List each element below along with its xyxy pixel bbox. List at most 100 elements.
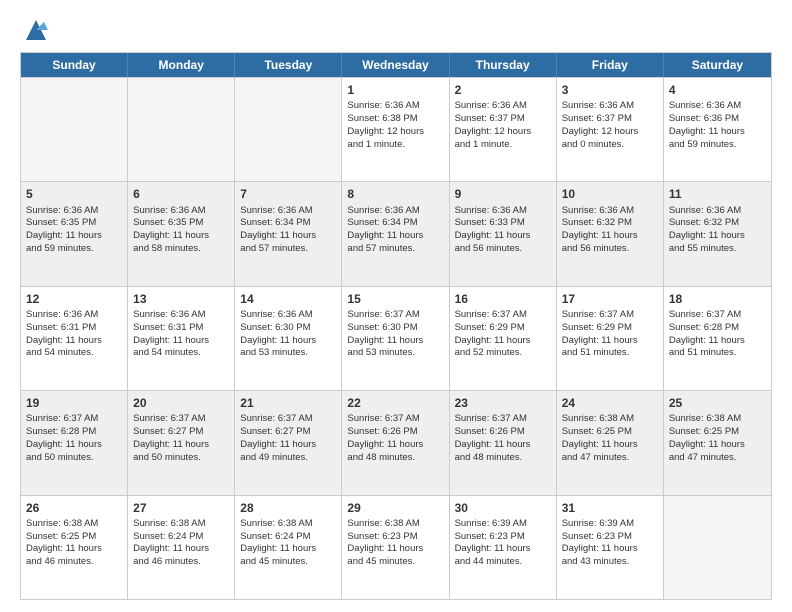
calendar-cell: 21Sunrise: 6:37 AMSunset: 6:27 PMDayligh…	[235, 391, 342, 494]
day-info-line: Sunrise: 6:37 AM	[347, 309, 443, 322]
day-header-thursday: Thursday	[450, 53, 557, 77]
day-number: 18	[669, 291, 766, 307]
day-number: 15	[347, 291, 443, 307]
day-info-line: and 1 minute.	[347, 139, 443, 152]
calendar-row-1: 5Sunrise: 6:36 AMSunset: 6:35 PMDaylight…	[21, 181, 771, 285]
calendar-cell: 5Sunrise: 6:36 AMSunset: 6:35 PMDaylight…	[21, 182, 128, 285]
day-info-line: Sunrise: 6:38 AM	[240, 518, 336, 531]
day-info-line: Sunset: 6:25 PM	[26, 531, 122, 544]
calendar-cell: 25Sunrise: 6:38 AMSunset: 6:25 PMDayligh…	[664, 391, 771, 494]
day-info-line: and 59 minutes.	[26, 243, 122, 256]
calendar-row-0: 1Sunrise: 6:36 AMSunset: 6:38 PMDaylight…	[21, 77, 771, 181]
calendar: SundayMondayTuesdayWednesdayThursdayFrid…	[20, 52, 772, 600]
day-number: 3	[562, 82, 658, 98]
day-info-line: and 57 minutes.	[347, 243, 443, 256]
day-info-line: Daylight: 11 hours	[562, 543, 658, 556]
calendar-cell: 26Sunrise: 6:38 AMSunset: 6:25 PMDayligh…	[21, 496, 128, 599]
day-info-line: Sunrise: 6:38 AM	[347, 518, 443, 531]
day-info-line: Daylight: 12 hours	[455, 126, 551, 139]
day-info-line: Sunrise: 6:37 AM	[26, 413, 122, 426]
day-number: 20	[133, 395, 229, 411]
day-info-line: Sunset: 6:31 PM	[26, 322, 122, 335]
day-info-line: Daylight: 11 hours	[347, 335, 443, 348]
calendar-cell: 9Sunrise: 6:36 AMSunset: 6:33 PMDaylight…	[450, 182, 557, 285]
calendar-cell: 6Sunrise: 6:36 AMSunset: 6:35 PMDaylight…	[128, 182, 235, 285]
day-info-line: Sunset: 6:25 PM	[562, 426, 658, 439]
day-info-line: Sunset: 6:37 PM	[562, 113, 658, 126]
day-number: 31	[562, 500, 658, 516]
calendar-cell: 13Sunrise: 6:36 AMSunset: 6:31 PMDayligh…	[128, 287, 235, 390]
calendar-cell: 3Sunrise: 6:36 AMSunset: 6:37 PMDaylight…	[557, 78, 664, 181]
day-number: 30	[455, 500, 551, 516]
day-info-line: Daylight: 11 hours	[669, 230, 766, 243]
calendar-cell: 12Sunrise: 6:36 AMSunset: 6:31 PMDayligh…	[21, 287, 128, 390]
calendar-cell: 19Sunrise: 6:37 AMSunset: 6:28 PMDayligh…	[21, 391, 128, 494]
day-info-line: Daylight: 11 hours	[455, 230, 551, 243]
day-info-line: and 54 minutes.	[26, 347, 122, 360]
day-info-line: Daylight: 11 hours	[347, 230, 443, 243]
day-number: 25	[669, 395, 766, 411]
day-info-line: Sunrise: 6:37 AM	[347, 413, 443, 426]
calendar-cell: 10Sunrise: 6:36 AMSunset: 6:32 PMDayligh…	[557, 182, 664, 285]
day-info-line: Sunrise: 6:36 AM	[240, 309, 336, 322]
calendar-cell: 7Sunrise: 6:36 AMSunset: 6:34 PMDaylight…	[235, 182, 342, 285]
calendar-cell: 11Sunrise: 6:36 AMSunset: 6:32 PMDayligh…	[664, 182, 771, 285]
day-info-line: Daylight: 11 hours	[562, 335, 658, 348]
calendar-body: 1Sunrise: 6:36 AMSunset: 6:38 PMDaylight…	[21, 77, 771, 599]
day-info-line: and 47 minutes.	[669, 452, 766, 465]
day-number: 24	[562, 395, 658, 411]
logo	[20, 16, 50, 44]
day-info-line: and 45 minutes.	[347, 556, 443, 569]
calendar-cell	[664, 496, 771, 599]
day-header-monday: Monday	[128, 53, 235, 77]
day-info-line: Sunrise: 6:36 AM	[455, 205, 551, 218]
day-info-line: Sunset: 6:26 PM	[347, 426, 443, 439]
day-info-line: and 0 minutes.	[562, 139, 658, 152]
day-info-line: Sunrise: 6:36 AM	[26, 309, 122, 322]
day-info-line: Sunset: 6:33 PM	[455, 217, 551, 230]
day-number: 28	[240, 500, 336, 516]
calendar-cell: 23Sunrise: 6:37 AMSunset: 6:26 PMDayligh…	[450, 391, 557, 494]
day-info-line: and 49 minutes.	[240, 452, 336, 465]
calendar-cell: 18Sunrise: 6:37 AMSunset: 6:28 PMDayligh…	[664, 287, 771, 390]
day-info-line: Daylight: 11 hours	[26, 230, 122, 243]
day-info-line: and 43 minutes.	[562, 556, 658, 569]
day-info-line: and 48 minutes.	[455, 452, 551, 465]
day-info-line: Daylight: 11 hours	[26, 335, 122, 348]
header	[20, 16, 772, 44]
day-info-line: Daylight: 11 hours	[455, 335, 551, 348]
day-info-line: Sunrise: 6:37 AM	[455, 309, 551, 322]
day-info-line: Daylight: 11 hours	[26, 543, 122, 556]
day-info-line: and 59 minutes.	[669, 139, 766, 152]
day-info-line: Sunset: 6:32 PM	[669, 217, 766, 230]
day-info-line: Sunrise: 6:37 AM	[669, 309, 766, 322]
day-info-line: Sunset: 6:38 PM	[347, 113, 443, 126]
calendar-header: SundayMondayTuesdayWednesdayThursdayFrid…	[21, 53, 771, 77]
calendar-row-3: 19Sunrise: 6:37 AMSunset: 6:28 PMDayligh…	[21, 390, 771, 494]
day-info-line: Daylight: 11 hours	[347, 543, 443, 556]
calendar-cell: 28Sunrise: 6:38 AMSunset: 6:24 PMDayligh…	[235, 496, 342, 599]
day-info-line: Sunset: 6:37 PM	[455, 113, 551, 126]
day-info-line: Sunset: 6:30 PM	[347, 322, 443, 335]
calendar-cell	[128, 78, 235, 181]
day-info-line: Daylight: 11 hours	[347, 439, 443, 452]
day-info-line: Sunset: 6:34 PM	[347, 217, 443, 230]
day-info-line: Sunrise: 6:36 AM	[133, 309, 229, 322]
day-header-tuesday: Tuesday	[235, 53, 342, 77]
day-info-line: Sunset: 6:23 PM	[455, 531, 551, 544]
calendar-row-2: 12Sunrise: 6:36 AMSunset: 6:31 PMDayligh…	[21, 286, 771, 390]
day-number: 19	[26, 395, 122, 411]
day-info-line: and 51 minutes.	[669, 347, 766, 360]
day-number: 8	[347, 186, 443, 202]
day-info-line: Sunrise: 6:36 AM	[347, 205, 443, 218]
day-info-line: Daylight: 12 hours	[562, 126, 658, 139]
day-info-line: Sunset: 6:27 PM	[240, 426, 336, 439]
day-info-line: Daylight: 11 hours	[26, 439, 122, 452]
day-info-line: and 48 minutes.	[347, 452, 443, 465]
calendar-cell: 22Sunrise: 6:37 AMSunset: 6:26 PMDayligh…	[342, 391, 449, 494]
day-info-line: Sunrise: 6:39 AM	[562, 518, 658, 531]
day-info-line: Daylight: 11 hours	[669, 439, 766, 452]
day-header-saturday: Saturday	[664, 53, 771, 77]
day-number: 2	[455, 82, 551, 98]
calendar-cell: 24Sunrise: 6:38 AMSunset: 6:25 PMDayligh…	[557, 391, 664, 494]
